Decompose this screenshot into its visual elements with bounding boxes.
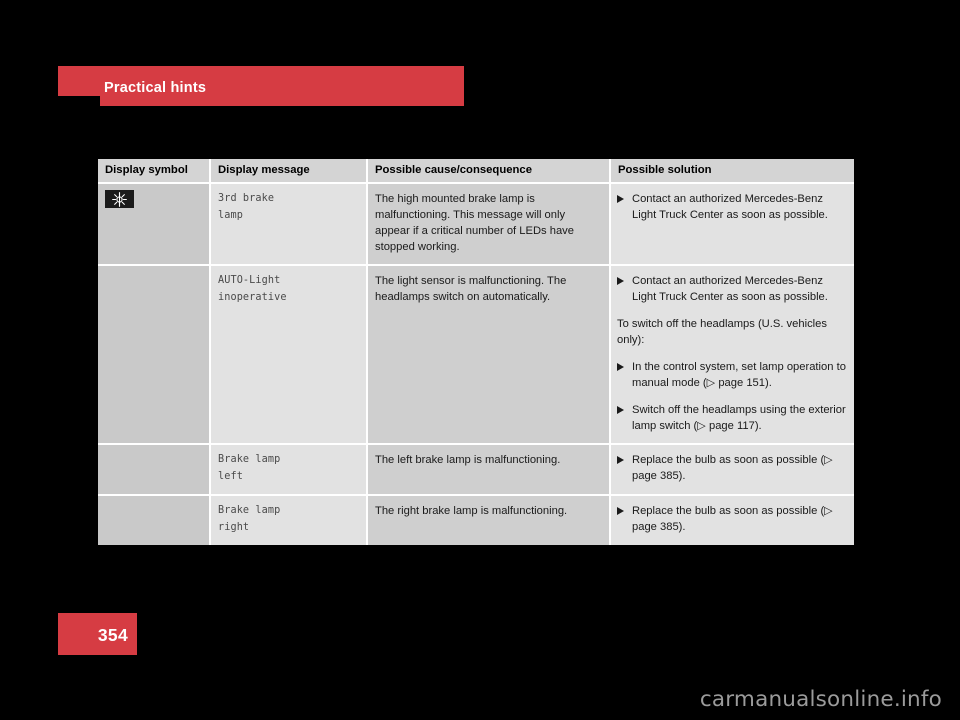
table-body: 3rd brake lamp The high mounted brake lamp… [98,183,854,546]
site-watermark: carmanualsonline.info [699,687,942,712]
table-header: Display symbol Display message Possible … [98,159,854,183]
solution-step-text: In the control system, set lamp operatio… [632,361,846,390]
column-header-display-message: Display message [210,159,368,183]
solution-step-text: Contact an authorized Mercedes-Benz Ligh… [632,275,828,304]
cell-display-symbol [98,265,211,446]
cell-possible-cause: The right brake lamp is malfunctioning. [367,495,611,546]
cell-possible-solution: Contact an authorized Mercedes-Benz Ligh… [610,265,854,446]
solution-step-text: Replace the bulb as soon as possible (▷ … [632,454,833,483]
display-message-line: 3rd brake [218,193,275,204]
solution-step: Switch off the headlamps using the exter… [617,402,846,434]
display-message-line: AUTO-Light [218,275,281,287]
solution-step: Contact an authorized Mercedes-Benz Ligh… [617,191,846,223]
triangle-bullet-icon [617,277,625,286]
brake-lamp-indicator-icon [105,190,134,208]
cell-possible-cause: The left brake lamp is malfunctioning. [367,444,611,497]
display-message-line: Brake lamp [218,454,281,466]
cell-possible-solution: Contact an authorized Mercedes-Benz Ligh… [610,183,854,267]
solution-step-text: Switch off the headlamps using the exter… [632,404,846,433]
column-header-possible-solution: Possible solution [610,159,854,183]
table-header-row: Display symbol Display message Possible … [98,159,854,183]
page-number-badge: 354 [58,613,137,655]
display-message-line: Brake lamp [218,505,281,517]
cell-possible-cause: The light sensor is malfunctioning. The … [367,265,611,446]
cell-display-message: Brake lamp left [210,444,368,497]
triangle-bullet-icon [617,456,625,465]
display-message-line: left [218,470,243,482]
cell-possible-solution: Replace the bulb as soon as possible (▷ … [610,495,854,546]
column-header-display-symbol: Display symbol [98,159,211,183]
triangle-bullet-icon [617,195,625,203]
display-message-line: lamp [218,209,243,221]
page-number: 354 [97,625,128,645]
cell-display-message: 3rd brake lamp [210,183,368,267]
page-title: Practical hints [104,80,207,96]
cell-display-message: AUTO-Light inoperative [210,265,368,446]
display-message-table-wrapper: Display symbol Display message Possible … [98,159,854,546]
triangle-bullet-icon [617,363,625,372]
solution-step-text: Replace the bulb as soon as possible (▷ … [632,505,833,534]
cell-display-symbol [98,183,211,267]
table-row: Brake lamp right The right brake lamp is m… [98,495,854,546]
display-message-line: right [218,521,250,533]
cell-display-symbol [98,444,211,497]
solution-paragraph: To switch off the headlamps (U.S. vehicl… [617,318,827,347]
cell-display-message: Brake lamp right [210,495,368,546]
table-row: Brake lamp left The left brake lamp is mal… [98,444,854,497]
solution-step: Contact an authorized Mercedes-Benz Ligh… [617,273,846,305]
chapter-banner-notch [58,96,100,108]
cell-display-symbol [98,495,211,546]
triangle-bullet-icon [617,507,625,516]
table-row: 3rd brake lamp The high mounted brake lamp… [98,183,854,267]
cell-possible-cause: The high mounted brake lamp is malfuncti… [367,183,611,267]
display-message-line: inoperative [218,291,287,303]
solution-step: Replace the bulb as soon as possible (▷ … [617,503,846,535]
cell-possible-solution: Replace the bulb as soon as possible (▷ … [610,444,854,497]
solution-step: In the control system, set lamp operatio… [617,359,846,391]
triangle-bullet-icon [617,406,625,415]
solution-step: Replace the bulb as soon as possible (▷ … [617,452,846,484]
column-header-possible-cause: Possible cause/consequence [367,159,611,183]
table-row: AUTO-Light inoperative The light sensor is… [98,265,854,446]
display-message-table: Display symbol Display message Possible … [98,159,854,546]
solution-step-text: Contact an authorized Mercedes-Benz Ligh… [632,193,828,222]
